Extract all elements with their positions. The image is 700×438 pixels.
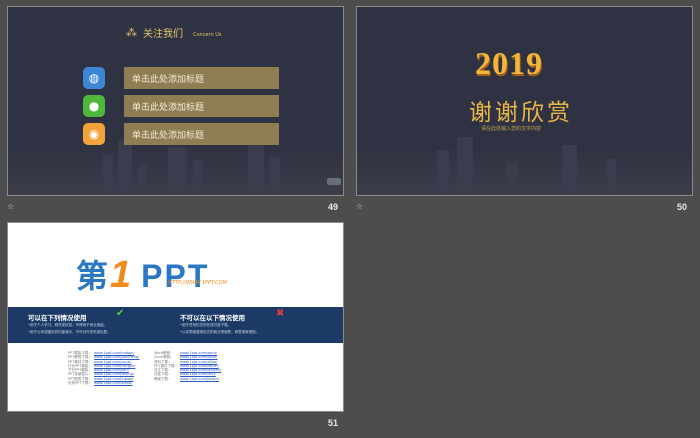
transition-star-icon: ☆ — [7, 202, 15, 211]
can-use-line-1: •用于个人学习、研究或欣赏，不得用于商业用途。 — [28, 323, 108, 327]
links-right-urls[interactable]: www.1ppt.com/word/ www.1ppt.com/excel/ w… — [180, 351, 221, 381]
slide-heading: ⁂ 关注我们 Concern Us — [126, 25, 222, 40]
can-use-line-2: •用于公司或团队的内部演示，不可对外发布或出售。 — [28, 330, 111, 334]
cannot-use-line-2: •以实物或虚拟形式的商业再销售，转售或转授权。 — [180, 330, 260, 334]
year-title: 2019 — [475, 45, 543, 81]
title-placeholder-3[interactable]: 单击此处添加标题 — [124, 123, 279, 145]
cannot-use-title: 不可以在以下情况使用 — [180, 314, 245, 322]
slide-number-51: 51 — [328, 418, 339, 428]
weibo-icon: ◉ — [83, 123, 105, 145]
slide-thumbnail-51[interactable]: 第 1 PPT HTTP://WWW.1PPT.COM 可以在下列情况使用 ✔ … — [7, 222, 344, 412]
transition-star-icon: ☆ — [356, 202, 364, 211]
contact-row-1: ◍ 单击此处添加标题 — [83, 67, 279, 89]
links-right-labels: Word教程： Excel教程： 资料下载： PPT课件下载： 范文下载： 试卷… — [154, 351, 178, 381]
1ppt-logo: 第 1 PPT — [76, 254, 210, 296]
can-use-title: 可以在下列情况使用 — [28, 314, 87, 322]
heading-cn: 关注我们 — [143, 29, 183, 40]
contact-row-3: ◉ 单击此处添加标题 — [83, 123, 279, 145]
slide-thumbnail-49[interactable]: ⁂ 关注我们 Concern Us ◍ 单击此处添加标题 ● 单击此处添加标题 … — [7, 6, 344, 196]
check-icon: ✔ — [116, 308, 125, 319]
logo-url: HTTP://WWW.1PPT.COM — [168, 280, 227, 286]
heading-en: Concern Us — [193, 31, 222, 38]
city-skyline-background — [357, 125, 692, 195]
share-nodes-icon: ⁂ — [126, 26, 137, 39]
small-tag — [327, 178, 341, 185]
links-left-labels: PPT模板下载： PPT教程下载： PPT素材下载： 行业PPT模板： 节日PP… — [68, 351, 92, 386]
thanks-title: 谢谢欣赏 — [469, 100, 573, 126]
slide-number-50: 50 — [677, 202, 688, 212]
title-placeholder-1[interactable]: 单击此处添加标题 — [124, 67, 279, 89]
usage-terms-band: 可以在下列情况使用 ✔ •用于个人学习、研究或欣赏，不得用于商业用途。 •用于公… — [8, 307, 343, 343]
links-left-urls[interactable]: www.1ppt.com/moban/ www.1ppt.com/jiaoche… — [94, 351, 139, 385]
cross-icon: ✖ — [276, 308, 285, 319]
cannot-use-line-1: •用于任何形式的在线付费下载。 — [180, 323, 232, 327]
contact-row-2: ● 单击此处添加标题 — [83, 95, 279, 117]
globe-icon: ◍ — [83, 67, 105, 89]
slide-thumbnail-50[interactable]: 2019 谢谢欣赏 请在此处输入您的文字内容 — [356, 6, 693, 196]
wechat-icon: ● — [83, 95, 105, 117]
slide-number-49: 49 — [328, 202, 339, 212]
subtitle-placeholder[interactable]: 请在此处输入您的文字内容 — [481, 125, 541, 132]
title-placeholder-2[interactable]: 单击此处添加标题 — [124, 95, 279, 117]
